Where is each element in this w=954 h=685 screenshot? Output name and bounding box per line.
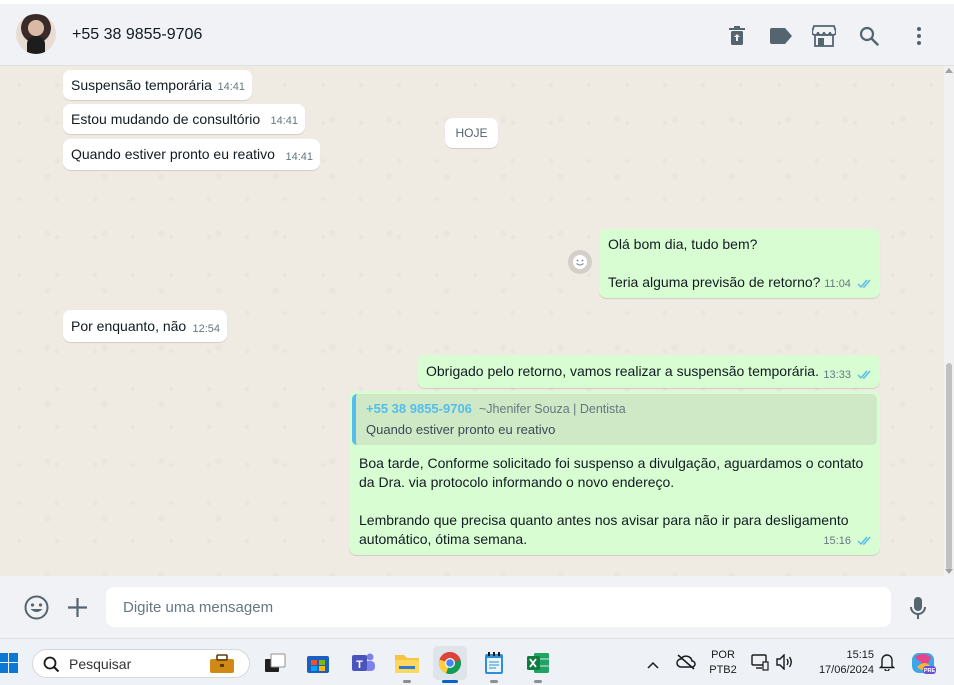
microphone-icon[interactable]: [909, 596, 927, 625]
message-line: [359, 492, 874, 511]
svg-text:PRE: PRE: [924, 668, 936, 674]
message-text: Por enquanto, não: [71, 318, 187, 334]
message-time: 14:41: [270, 115, 298, 127]
svg-text:T: T: [356, 659, 363, 671]
message-time: 11:04: [824, 278, 851, 290]
keyboard-label: PTB2: [709, 664, 737, 676]
search-icon[interactable]: [857, 24, 881, 48]
message-status: 15:16: [823, 532, 872, 551]
quote-author: +55 38 9855-9706: [366, 401, 472, 416]
message-line: Olá bom dia, tudo bem?: [608, 236, 758, 252]
message-time: 14:41: [217, 81, 245, 93]
scroll-down-icon[interactable]: [945, 569, 953, 574]
message-time: 14:41: [285, 151, 313, 163]
label-icon[interactable]: [769, 24, 793, 48]
trash-icon[interactable]: [725, 24, 749, 48]
running-indicator: [534, 680, 542, 683]
quote-text: Quando estiver pronto eu reativo: [366, 422, 556, 437]
smiley-icon: [573, 255, 587, 269]
notepad-icon: [485, 652, 503, 674]
clock-date: 17/06/2024: [818, 664, 874, 676]
quote-alt-name: ~Jhenifer Souza | Dentista: [479, 402, 626, 416]
excel-icon: [527, 653, 549, 673]
taskbar-notepad[interactable]: [477, 646, 511, 683]
message-line: Lembrando que precisa quanto antes nos a…: [359, 512, 849, 528]
message-line: automático, ótima semana.: [359, 531, 528, 547]
search-label: Pesquisar: [69, 656, 132, 672]
reaction-button[interactable]: [568, 250, 592, 274]
message-time: 12:54: [192, 323, 220, 335]
taskbar-store[interactable]: [301, 646, 335, 680]
composer: [0, 576, 954, 638]
contact-name[interactable]: +55 38 9855-9706: [72, 26, 202, 44]
quoted-message[interactable]: +55 38 9855-9706 ~Jhenifer Souza | Denti…: [352, 394, 877, 445]
cloud-offline-icon[interactable]: [676, 654, 696, 675]
store-icon[interactable]: [812, 24, 836, 48]
attach-plus-icon[interactable]: [67, 597, 88, 623]
taskbar-teams[interactable]: T: [346, 646, 380, 680]
task-view-icon: [265, 653, 286, 672]
message-outgoing[interactable]: +55 38 9855-9706 ~Jhenifer Souza | Denti…: [349, 391, 880, 555]
search-icon: [43, 656, 60, 678]
clock-time: 15:15: [846, 649, 874, 661]
chrome-icon: [438, 652, 461, 675]
menu-icon[interactable]: [907, 24, 931, 48]
clock[interactable]: 15:15 17/06/2024: [806, 648, 874, 678]
message-incoming[interactable]: Por enquanto, não 12:54: [63, 310, 227, 342]
taskbar-task-view[interactable]: [258, 646, 292, 680]
chat-area: Suspensão temporária 14:41 Estou mudando…: [0, 66, 954, 576]
taskbar-chrome[interactable]: [433, 646, 467, 683]
running-indicator: [490, 680, 498, 683]
chat-scrollbar[interactable]: [944, 66, 954, 576]
message-text: Obrigado pelo retorno, vamos realizar a …: [426, 363, 819, 379]
message-outgoing[interactable]: Obrigado pelo retorno, vamos realizar a …: [417, 355, 880, 388]
copilot-icon[interactable]: PRE: [911, 651, 937, 680]
message-line: [608, 254, 871, 273]
message-outgoing[interactable]: Olá bom dia, tudo bem? Teria alguma prev…: [599, 229, 880, 298]
windows-start-icon[interactable]: [0, 653, 18, 678]
read-ticks-icon: [857, 279, 871, 289]
taskbar-search[interactable]: Pesquisar: [32, 649, 250, 678]
whatsapp-window: +55 38 9855-9706 Suspensão temporária 14…: [0, 0, 954, 685]
message-time: 13:33: [823, 369, 851, 381]
message-text: Quando estiver pronto eu reativo: [71, 146, 275, 162]
chat-header: +55 38 9855-9706: [0, 0, 954, 66]
message-time: 15:16: [823, 535, 851, 547]
running-indicator: [403, 680, 411, 683]
taskbar-excel[interactable]: [521, 646, 555, 683]
taskbar-file-explorer[interactable]: [390, 646, 424, 683]
message-incoming[interactable]: Estou mudando de consultório 14:41: [63, 104, 305, 134]
message-status: 13:33: [823, 366, 872, 385]
input-language[interactable]: POR PTB2: [708, 648, 738, 678]
avatar[interactable]: [16, 14, 56, 54]
briefcase-icon: [209, 654, 235, 679]
read-ticks-icon: [857, 370, 871, 380]
volume-icon[interactable]: [776, 653, 794, 675]
network-icon[interactable]: [751, 653, 769, 676]
read-ticks-icon: [857, 536, 871, 546]
message-status: 11:04: [824, 275, 872, 294]
scroll-thumb[interactable]: [946, 363, 952, 570]
store-icon: [307, 656, 329, 673]
language-label: POR: [711, 649, 735, 661]
message-line: Boa tarde, Conforme solicitado foi suspe…: [359, 455, 864, 471]
chevron-up-icon[interactable]: [647, 656, 659, 674]
notification-bell-icon[interactable]: [878, 653, 896, 676]
message-incoming[interactable]: Suspensão temporária 14:41: [63, 70, 252, 100]
teams-icon: T: [352, 653, 375, 671]
message-text: Suspensão temporária: [71, 77, 212, 93]
folder-icon: [395, 655, 419, 673]
scroll-up-icon[interactable]: [945, 68, 953, 73]
active-indicator: [442, 680, 458, 683]
message-text: Estou mudando de consultório: [71, 111, 261, 127]
day-divider: HOJE: [445, 118, 498, 148]
message-input[interactable]: [106, 587, 891, 627]
emoji-icon[interactable]: [24, 595, 49, 625]
message-line: da Dra. via protocolo informando o novo …: [359, 474, 675, 490]
message-incoming[interactable]: Quando estiver pronto eu reativo 14:41: [63, 139, 320, 170]
windows-taskbar: Pesquisar T POR PTB2 15:15 17/06/2024 PR…: [0, 638, 954, 685]
